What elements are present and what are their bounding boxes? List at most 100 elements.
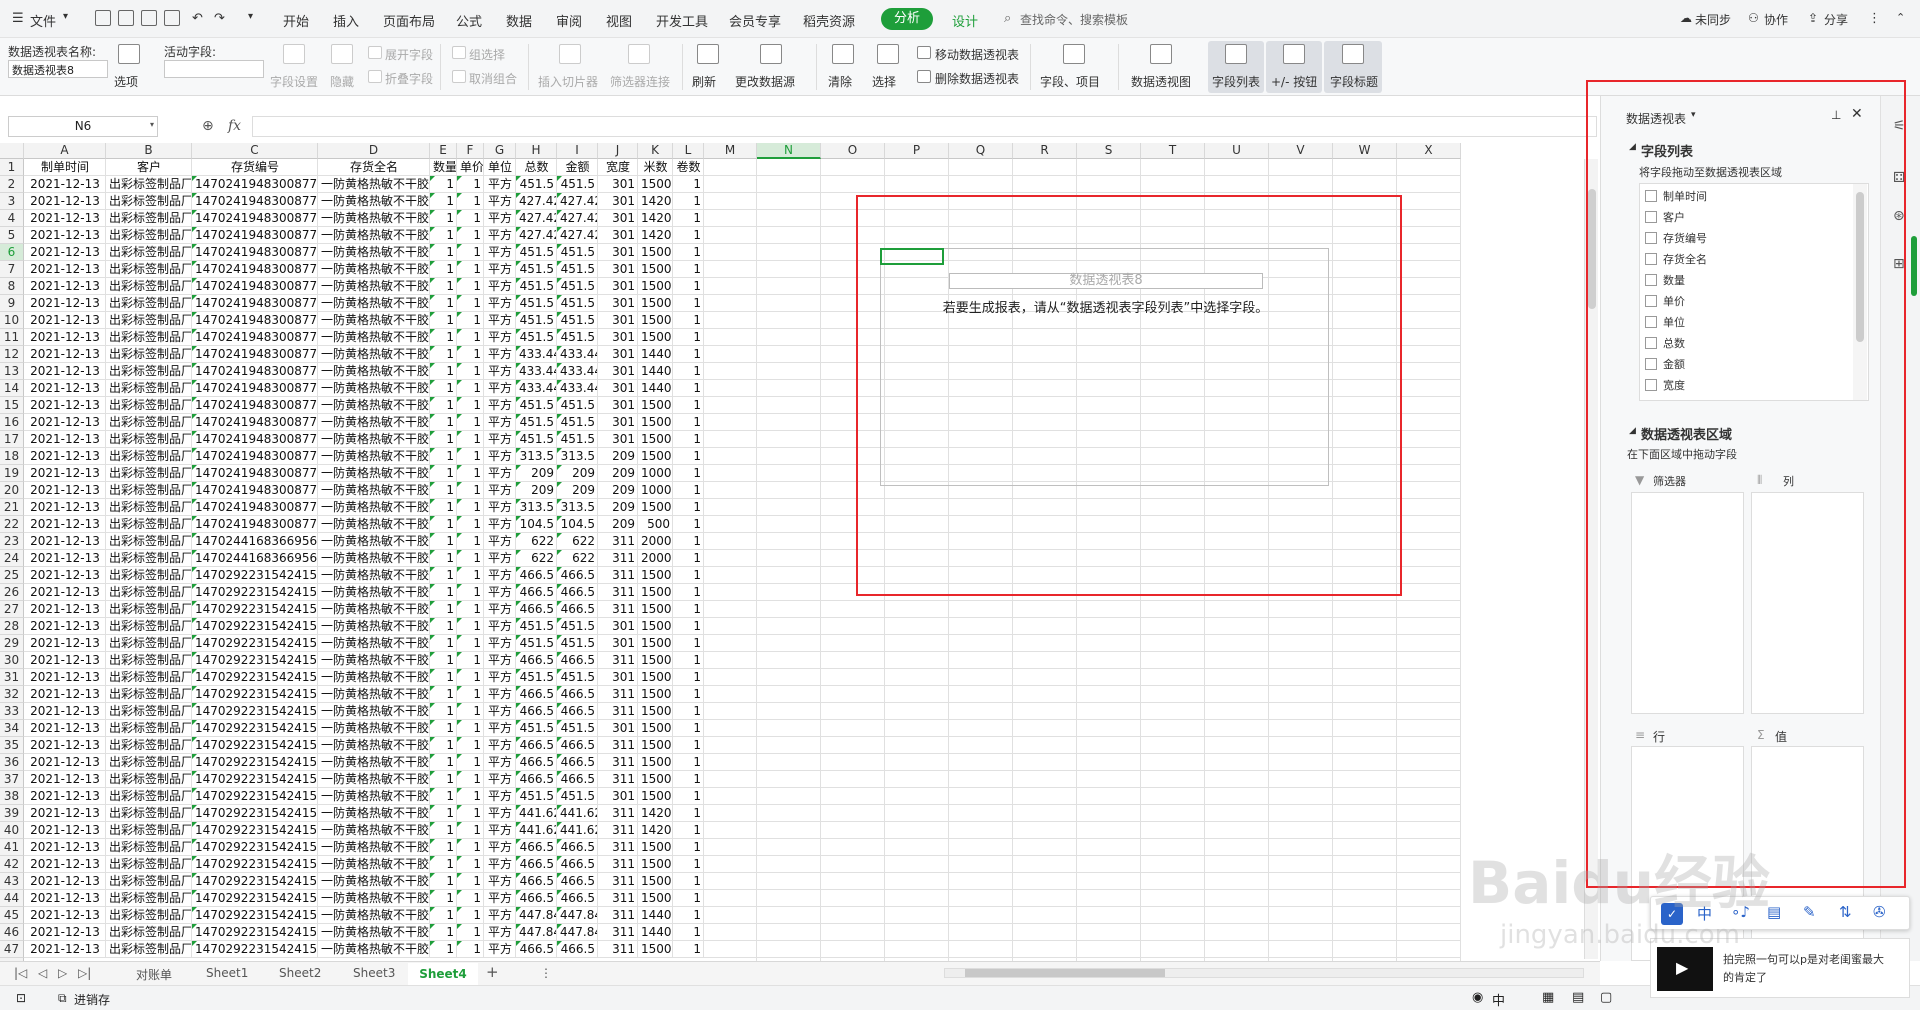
grid-cell[interactable] [885,788,949,805]
data-cell[interactable]: 2021-12-13 [24,210,106,227]
data-cell[interactable]: 出彩标签制品厂 [106,601,192,618]
grid-cell[interactable] [1141,652,1205,669]
data-cell[interactable]: 1 [430,737,457,754]
grid-cell[interactable] [949,941,1013,958]
data-cell[interactable]: 311 [598,533,638,550]
grid-cell[interactable] [885,703,949,720]
data-cell[interactable]: 451.5 [557,295,598,312]
data-cell[interactable]: 1 [430,363,457,380]
data-cell[interactable]: 451.5 [557,414,598,431]
grid-cell[interactable] [1013,176,1077,193]
grid-cell[interactable] [1397,601,1461,618]
data-cell[interactable]: 1 [673,261,704,278]
data-cell[interactable]: 433.44 [557,380,598,397]
row-header[interactable]: 41 [0,839,24,856]
data-cell[interactable]: 出彩标签制品厂 [106,210,192,227]
grid-cell[interactable] [1205,924,1269,941]
grid-cell[interactable] [949,652,1013,669]
data-cell[interactable]: 311 [598,873,638,890]
grid-cell[interactable] [1333,856,1397,873]
grid-cell[interactable] [1269,754,1333,771]
data-cell[interactable]: 1 [430,652,457,669]
data-cell[interactable]: 1 [430,771,457,788]
data-cell[interactable]: 1470241948300877826 [192,312,318,329]
data-cell[interactable]: 2021-12-13 [24,380,106,397]
grid-cell[interactable] [1397,907,1461,924]
grid-cell[interactable] [1397,941,1461,958]
column-header[interactable]: A [24,143,106,159]
data-cell[interactable]: 1420 [638,193,673,210]
data-cell[interactable]: 1 [457,499,484,516]
collapse-field-button[interactable]: 折叠字段 [385,70,433,87]
data-cell[interactable]: 1500 [638,788,673,805]
data-cell[interactable]: 平方 [484,227,516,244]
data-cell[interactable]: 451.5 [557,176,598,193]
grid-cell[interactable] [1013,618,1077,635]
grid-cell[interactable] [757,363,821,380]
grid-cell[interactable] [704,397,757,414]
data-cell[interactable]: 441.62 [516,822,557,839]
grid-cell[interactable] [1397,431,1461,448]
row-header[interactable]: 40 [0,822,24,839]
grid-cell[interactable] [757,261,821,278]
data-cell[interactable]: 1 [673,346,704,363]
refresh-icon[interactable] [697,44,719,64]
grid-cell[interactable] [949,788,1013,805]
grid-cell[interactable] [949,754,1013,771]
field-settings-button[interactable]: 字段设置 [270,73,318,90]
data-cell[interactable]: 1500 [638,720,673,737]
data-cell[interactable]: 出彩标签制品厂 [106,635,192,652]
data-cell[interactable]: 451.5 [557,720,598,737]
data-cell[interactable]: 一防黄格热敏不干胶 [318,754,430,771]
data-cell[interactable]: 1 [457,788,484,805]
data-cell[interactable]: 平方 [484,261,516,278]
grid-cell[interactable] [885,839,949,856]
grid-cell[interactable] [1333,737,1397,754]
grid-cell[interactable] [1077,754,1141,771]
data-cell[interactable]: 2021-12-13 [24,720,106,737]
header-cell[interactable]: 单价 [457,159,484,176]
data-cell[interactable]: 2021-12-13 [24,601,106,618]
grid-cell[interactable] [704,652,757,669]
grid-cell[interactable] [1397,227,1461,244]
data-cell[interactable]: 451.5 [516,278,557,295]
data-cell[interactable]: 311 [598,652,638,669]
chevron-down-icon[interactable]: ▾ [150,120,154,129]
select-button[interactable]: 选择 [872,73,896,90]
page-view-icon[interactable]: ▤ [1572,990,1584,1005]
grid-cell[interactable] [757,635,821,652]
select-icon[interactable] [877,44,899,64]
grid-cell[interactable] [1269,159,1333,176]
data-cell[interactable]: 出彩标签制品厂 [106,312,192,329]
data-cell[interactable]: 1 [430,533,457,550]
data-cell[interactable]: 1 [673,431,704,448]
grid-cell[interactable] [1397,737,1461,754]
data-cell[interactable]: 1470241948300877826 [192,448,318,465]
data-cell[interactable]: 一防黄格热敏不干胶 [318,278,430,295]
data-cell[interactable]: 1470241948300877826 [192,380,318,397]
data-cell[interactable]: 2021-12-13 [24,346,106,363]
data-cell[interactable]: 451.5 [516,618,557,635]
data-cell[interactable]: 一防黄格热敏不干胶 [318,601,430,618]
data-cell[interactable]: 466.5 [557,856,598,873]
row-header[interactable]: 5 [0,227,24,244]
data-cell[interactable]: 466.5 [557,601,598,618]
data-cell[interactable]: 1 [457,312,484,329]
column-header[interactable]: S [1077,143,1141,159]
data-cell[interactable]: 301 [598,720,638,737]
data-cell[interactable]: 451.5 [516,635,557,652]
grid-cell[interactable] [704,567,757,584]
data-cell[interactable]: 出彩标签制品厂 [106,890,192,907]
data-cell[interactable]: 1470241948300877826 [192,431,318,448]
grid-cell[interactable] [949,839,1013,856]
data-cell[interactable]: 平方 [484,499,516,516]
data-cell[interactable]: 一防黄格热敏不干胶 [318,329,430,346]
grid-cell[interactable] [757,227,821,244]
grid-cell[interactable] [757,380,821,397]
data-cell[interactable]: 一防黄格热敏不干胶 [318,567,430,584]
grid-cell[interactable] [1205,686,1269,703]
grid-cell[interactable] [1397,159,1461,176]
data-cell[interactable]: 出彩标签制品厂 [106,380,192,397]
data-cell[interactable]: 1 [457,380,484,397]
grid-cell[interactable] [704,669,757,686]
